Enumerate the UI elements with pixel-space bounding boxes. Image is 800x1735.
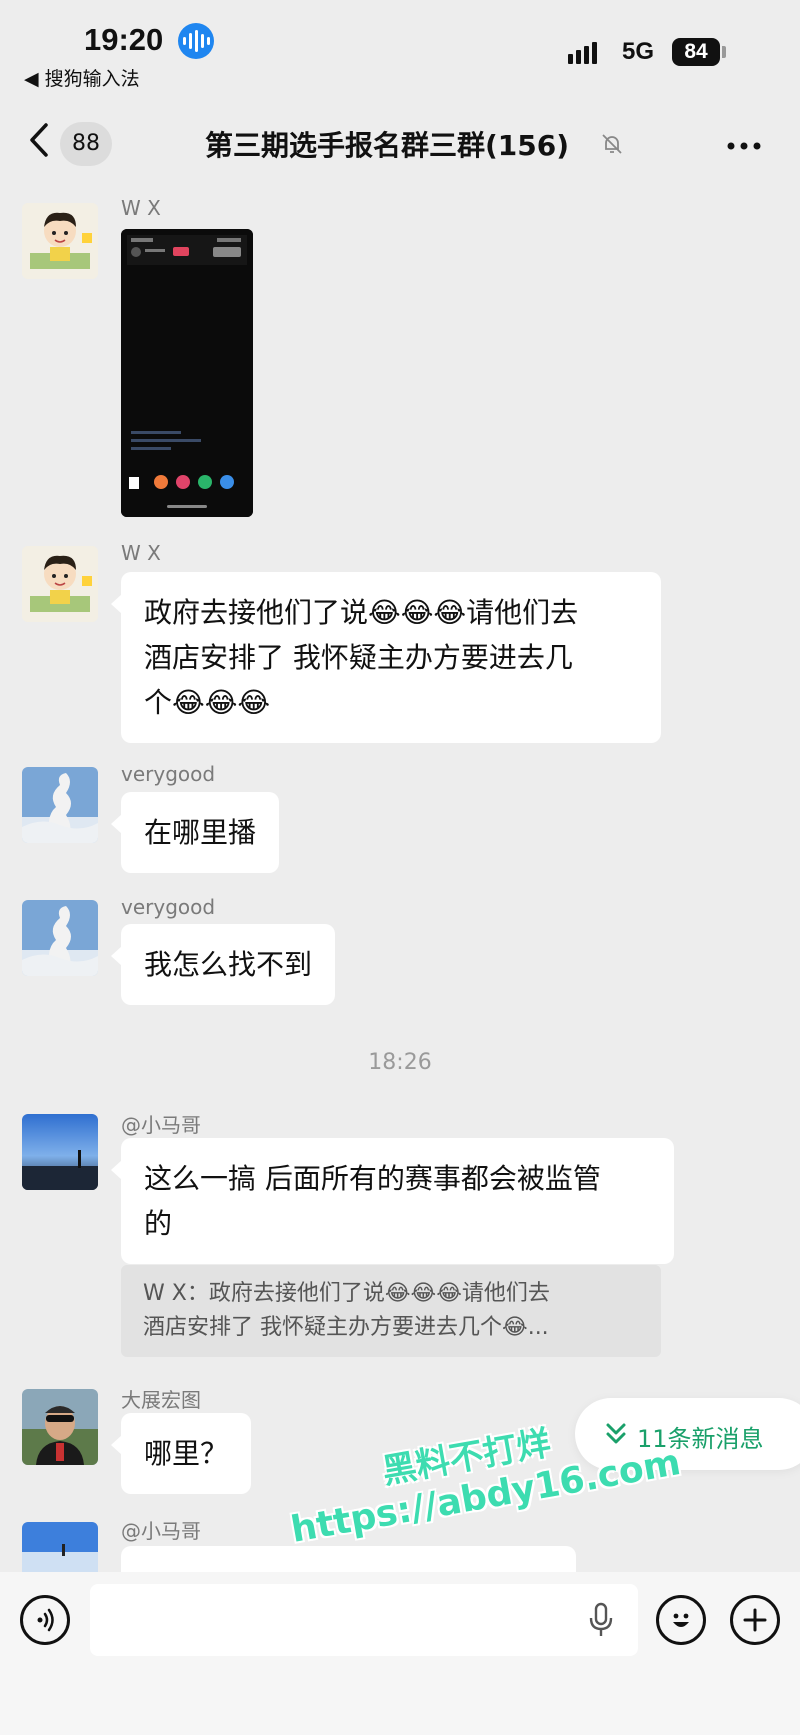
message-line: 的 [144,1207,173,1240]
message-bubble[interactable]: 政府去接他们了说😂😂😂请他们去 酒店安排了 我怀疑主办方要进去几 个😂😂😂 [111,572,661,743]
message-bubble[interactable] [121,1546,576,1572]
input-bar [0,1572,800,1735]
double-chevron-down-icon [605,1422,627,1446]
network-type: 5G [622,38,655,65]
avatar[interactable] [22,767,98,843]
sender-name: 大展宏图 [121,1388,201,1412]
emoji-icon[interactable] [656,1595,706,1645]
voice-icon[interactable] [20,1595,70,1645]
chat-title: 第三期选手报名群三群(156) [205,129,570,162]
message-bubble[interactable]: 这么一搞 后面所有的赛事都会被监管 的 [111,1138,674,1264]
avatar[interactable] [22,1389,98,1465]
message-line: 在哪里播 [144,816,257,849]
sender-name: verygood [121,762,216,786]
chat-header: 88 第三期选手报名群三群(156) [0,104,800,180]
mic-icon[interactable] [588,1602,614,1638]
message-bubble[interactable]: 我怎么找不到 [110,924,336,1005]
back-to-app-link[interactable]: ◀ 搜狗输入法 [24,64,140,91]
avatar[interactable] [22,203,98,279]
status-time: 19:20 [84,22,164,57]
message-input[interactable] [90,1584,638,1656]
message-line: 哪里？ [144,1437,229,1470]
message-line: 政府去接他们了说😂😂😂请他们去 [144,596,579,629]
battery-icon: 84 [672,38,720,66]
new-messages-button[interactable]: 11条新消息 [575,1398,800,1470]
message-line: 酒店安排了 我怀疑主办方要进去几 [144,641,573,674]
avatar[interactable] [22,546,98,622]
more-icon[interactable] [726,134,762,151]
avatar[interactable] [22,1522,98,1572]
message-line: 这么一搞 后面所有的赛事都会被监管 [144,1162,601,1195]
signal-icon [568,42,597,64]
sender-name: @小马哥 [121,1113,201,1137]
status-bar: 19:20 ◀ 搜狗输入法 5G 84 [0,0,800,100]
voice-activity-icon [178,23,214,59]
sender-name: verygood [121,895,216,919]
chevron-left-icon[interactable] [28,122,50,164]
avatar[interactable] [22,1114,98,1190]
message-bubble[interactable]: 在哪里播 [110,792,280,873]
quote-line: 酒店安排了 我怀疑主办方要进去几个😂... [143,1315,549,1340]
message-line: 个😂😂😂 [144,686,271,719]
plus-icon[interactable] [730,1595,780,1645]
quote-line: W X：政府去接他们了说😂😂😂请他们去 [143,1281,550,1306]
sender-name: W X [121,541,161,565]
avatar[interactable] [22,900,98,976]
new-messages-label: 11条新消息 [637,1425,764,1453]
sender-name: W X [121,196,161,220]
quoted-message[interactable]: W X：政府去接他们了说😂😂😂请他们去 酒店安排了 我怀疑主办方要进去几个😂..… [121,1265,661,1357]
back-unread-badge[interactable]: 88 [60,122,112,166]
time-separator: 18:26 [368,1050,432,1075]
battery-tip [722,46,726,58]
message-image[interactable] [121,229,253,517]
message-line: 我怎么找不到 [144,948,313,981]
bell-muted-icon [600,132,624,156]
sender-name: @小马哥 [121,1519,201,1543]
message-bubble[interactable]: 哪里？ [110,1413,252,1494]
